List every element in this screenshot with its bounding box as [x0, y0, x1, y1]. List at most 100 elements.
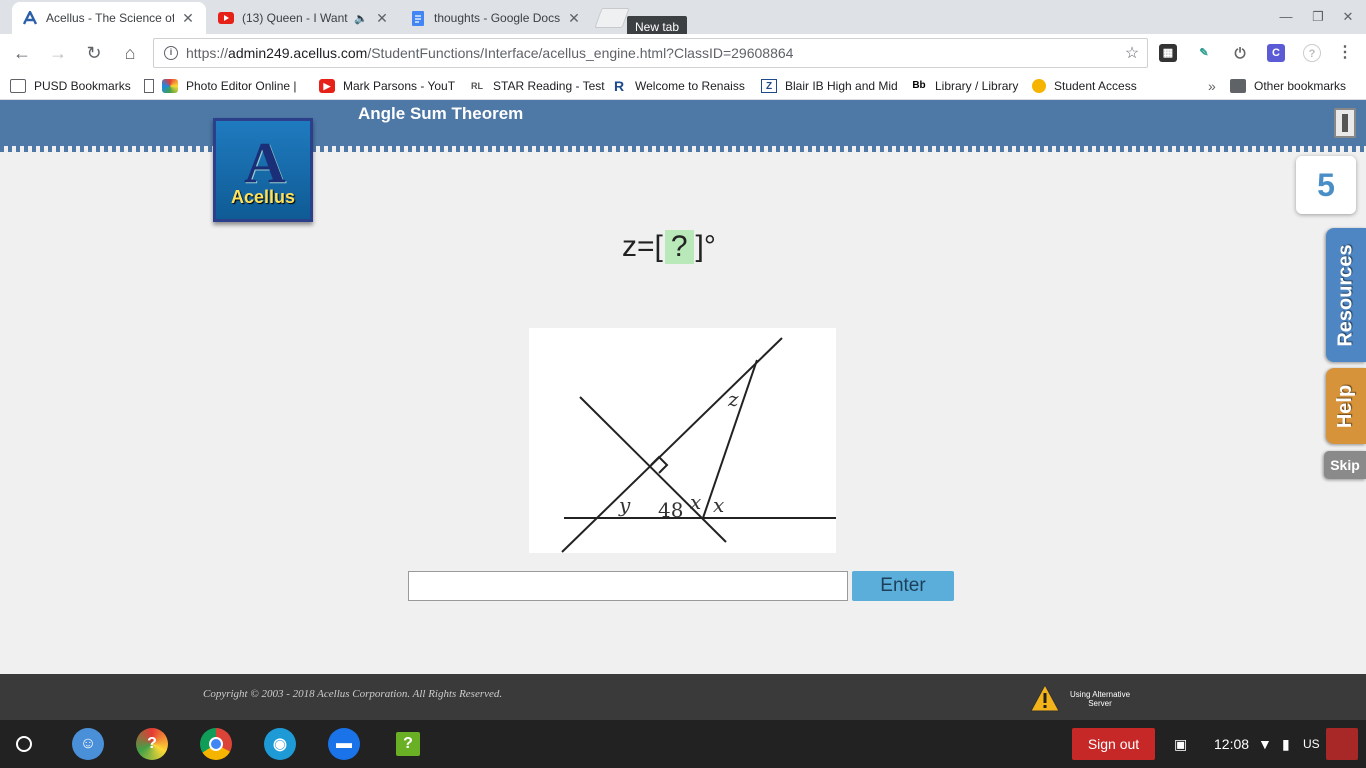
site-info-icon[interactable]: i — [164, 46, 178, 60]
tab-youtube[interactable]: (13) Queen - I Want T 🔈 ✕ — [208, 2, 400, 34]
bookmark-other[interactable]: Other bookmarks — [1230, 78, 1346, 94]
bookmark-label: Library / Library — [935, 79, 1019, 93]
bookmark-label: Photo Editor Online | — [186, 79, 297, 93]
chrome-app-icon[interactable] — [200, 728, 232, 760]
rl-icon: RL — [471, 81, 483, 91]
label-z: z — [727, 387, 739, 411]
pen-extension-icon[interactable]: ✎ — [1195, 44, 1213, 62]
address-bar[interactable]: i https://admin249.acellus.com/StudentFu… — [153, 38, 1148, 68]
tab-google-docs[interactable]: thoughts - Google Docs ✕ — [400, 2, 592, 34]
speaker-icon[interactable]: 🔈 — [354, 12, 368, 25]
bookmark-photo-editor[interactable]: Photo Editor Online | — [144, 78, 297, 94]
url-host: admin249.acellus.com — [228, 45, 368, 61]
sign-out-button[interactable]: Sign out — [1072, 728, 1155, 760]
minimize-button[interactable]: — — [1276, 8, 1296, 26]
bookmark-label: PUSD Bookmarks — [34, 79, 131, 93]
question-counter: 5 — [1296, 156, 1356, 214]
steep-line — [702, 359, 758, 519]
blackboard-icon: Bb — [912, 80, 926, 91]
files-app-icon[interactable]: ▬ — [328, 728, 360, 760]
bookmarks-bar: PUSD Bookmarks Photo Editor Online | ▶ Ma… — [0, 72, 1366, 100]
bookmark-renaissance[interactable]: R Welcome to Renaiss — [611, 78, 745, 94]
label-48: 48 — [658, 498, 683, 522]
photo-editor-icon — [162, 79, 178, 93]
z-icon: Z — [761, 79, 777, 93]
back-arrow-icon[interactable]: ← — [10, 42, 34, 64]
question-app-icon[interactable]: ? — [396, 732, 420, 756]
question-suffix: ]° — [695, 230, 716, 263]
url-text[interactable]: https://admin249.acellus.com/StudentFunc… — [186, 45, 1117, 61]
bookmarks-overflow-button[interactable]: » — [1208, 78, 1216, 94]
question-prompt: z=[?]° — [622, 230, 716, 264]
bookmark-student-access[interactable]: Student Access — [1032, 78, 1137, 94]
bookmark-label: Mark Parsons - YouT — [343, 79, 456, 93]
url-path: /StudentFunctions/Interface/acellus_engi… — [367, 45, 794, 61]
new-tab-button[interactable] — [594, 8, 630, 28]
logo-a-mark: A — [244, 130, 286, 195]
label-x-left: x — [690, 490, 701, 514]
enter-button[interactable]: Enter — [852, 571, 954, 601]
acellus-logo: A Acellus — [213, 118, 313, 222]
bookmark-label: STAR Reading - Test — [493, 79, 605, 93]
reload-icon[interactable]: ↻ — [82, 42, 106, 64]
tab-acellus[interactable]: Acellus - The Science of L ✕ — [12, 2, 206, 34]
chat-app-icon[interactable]: ☺ — [72, 728, 104, 760]
bookmark-star-reading[interactable]: RL STAR Reading - Test — [469, 78, 605, 94]
camera-app-icon[interactable]: ◉ — [264, 728, 296, 760]
label-x-right: x — [713, 493, 724, 517]
logo-wordmark: Acellus — [230, 187, 296, 207]
folder-icon — [10, 79, 26, 93]
qr-code-extension-icon[interactable]: ▦ — [1159, 44, 1177, 62]
close-tab-icon[interactable]: ✕ — [566, 10, 582, 26]
lesson-title: Angle Sum Theorem — [358, 104, 524, 123]
home-icon[interactable]: ⌂ — [118, 42, 142, 64]
docs-favicon-icon — [410, 10, 426, 26]
wifi-icon[interactable]: ▼ — [1258, 736, 1272, 752]
bookmark-label: Student Access — [1054, 79, 1137, 93]
maximize-button[interactable]: ❐ — [1308, 8, 1328, 26]
bookmark-library[interactable]: Bb Library / Library — [911, 78, 1018, 94]
copyright-text: Copyright © 2003 - 2018 Acellus Corporat… — [203, 688, 503, 700]
close-window-button[interactable]: ✕ — [1338, 8, 1358, 26]
power-extension-icon[interactable]: ⏻ — [1231, 44, 1249, 62]
acellus-favicon-icon — [22, 10, 38, 26]
close-tab-icon[interactable]: ✕ — [374, 10, 390, 26]
bookmark-pusd[interactable]: PUSD Bookmarks — [10, 78, 131, 94]
lesson-header — [0, 100, 1366, 152]
tab-title: Acellus - The Science of L — [46, 11, 174, 25]
skip-button[interactable]: Skip — [1324, 451, 1366, 479]
launcher-icon[interactable] — [16, 736, 32, 752]
resources-tab[interactable]: Resources — [1326, 228, 1366, 362]
screenshot-icon[interactable]: ▣ — [1174, 736, 1187, 752]
exit-door-icon[interactable] — [1334, 108, 1356, 138]
locale-indicator[interactable]: US — [1303, 736, 1320, 752]
help-app-icon[interactable]: ? — [136, 728, 168, 760]
page-icon — [144, 79, 154, 93]
tab-title: thoughts - Google Docs — [434, 11, 560, 25]
youtube-icon: ▶ — [319, 79, 335, 93]
help-extension-icon[interactable]: ? — [1303, 44, 1321, 62]
clock[interactable]: 12:08 — [1214, 736, 1249, 752]
tab-strip: Acellus - The Science of L ✕ (13) Queen … — [0, 0, 1366, 38]
bookmark-label: Other bookmarks — [1254, 79, 1347, 93]
forward-arrow-icon[interactable]: → — [46, 42, 70, 64]
help-label: Help — [1334, 384, 1357, 428]
browser-menu-icon[interactable]: ⋮ — [1336, 44, 1354, 62]
help-tab[interactable]: Help — [1326, 368, 1366, 444]
answer-blank: ? — [664, 230, 694, 264]
bookmark-star-icon[interactable]: ☆ — [1117, 43, 1147, 63]
close-tab-icon[interactable]: ✕ — [180, 10, 196, 26]
renaissance-icon: R — [613, 78, 625, 94]
question-prefix: z=[ — [622, 230, 663, 263]
warning-icon — [1030, 684, 1060, 712]
url-scheme: https:// — [186, 45, 229, 61]
user-avatar[interactable] — [1326, 728, 1358, 760]
c-extension-icon[interactable]: C — [1267, 44, 1285, 62]
bookmark-blair-ib[interactable]: Z Blair IB High and Mid — [761, 78, 898, 94]
folder-icon — [1230, 79, 1246, 93]
browser-toolbar: ← → ↻ ⌂ i https://admin249.acellus.com/S… — [0, 34, 1366, 72]
bookmark-label: Blair IB High and Mid — [785, 79, 898, 93]
bookmark-mark-parsons[interactable]: ▶ Mark Parsons - YouT — [319, 78, 455, 94]
battery-icon[interactable]: ▮ — [1282, 736, 1290, 752]
answer-input[interactable] — [408, 571, 848, 601]
